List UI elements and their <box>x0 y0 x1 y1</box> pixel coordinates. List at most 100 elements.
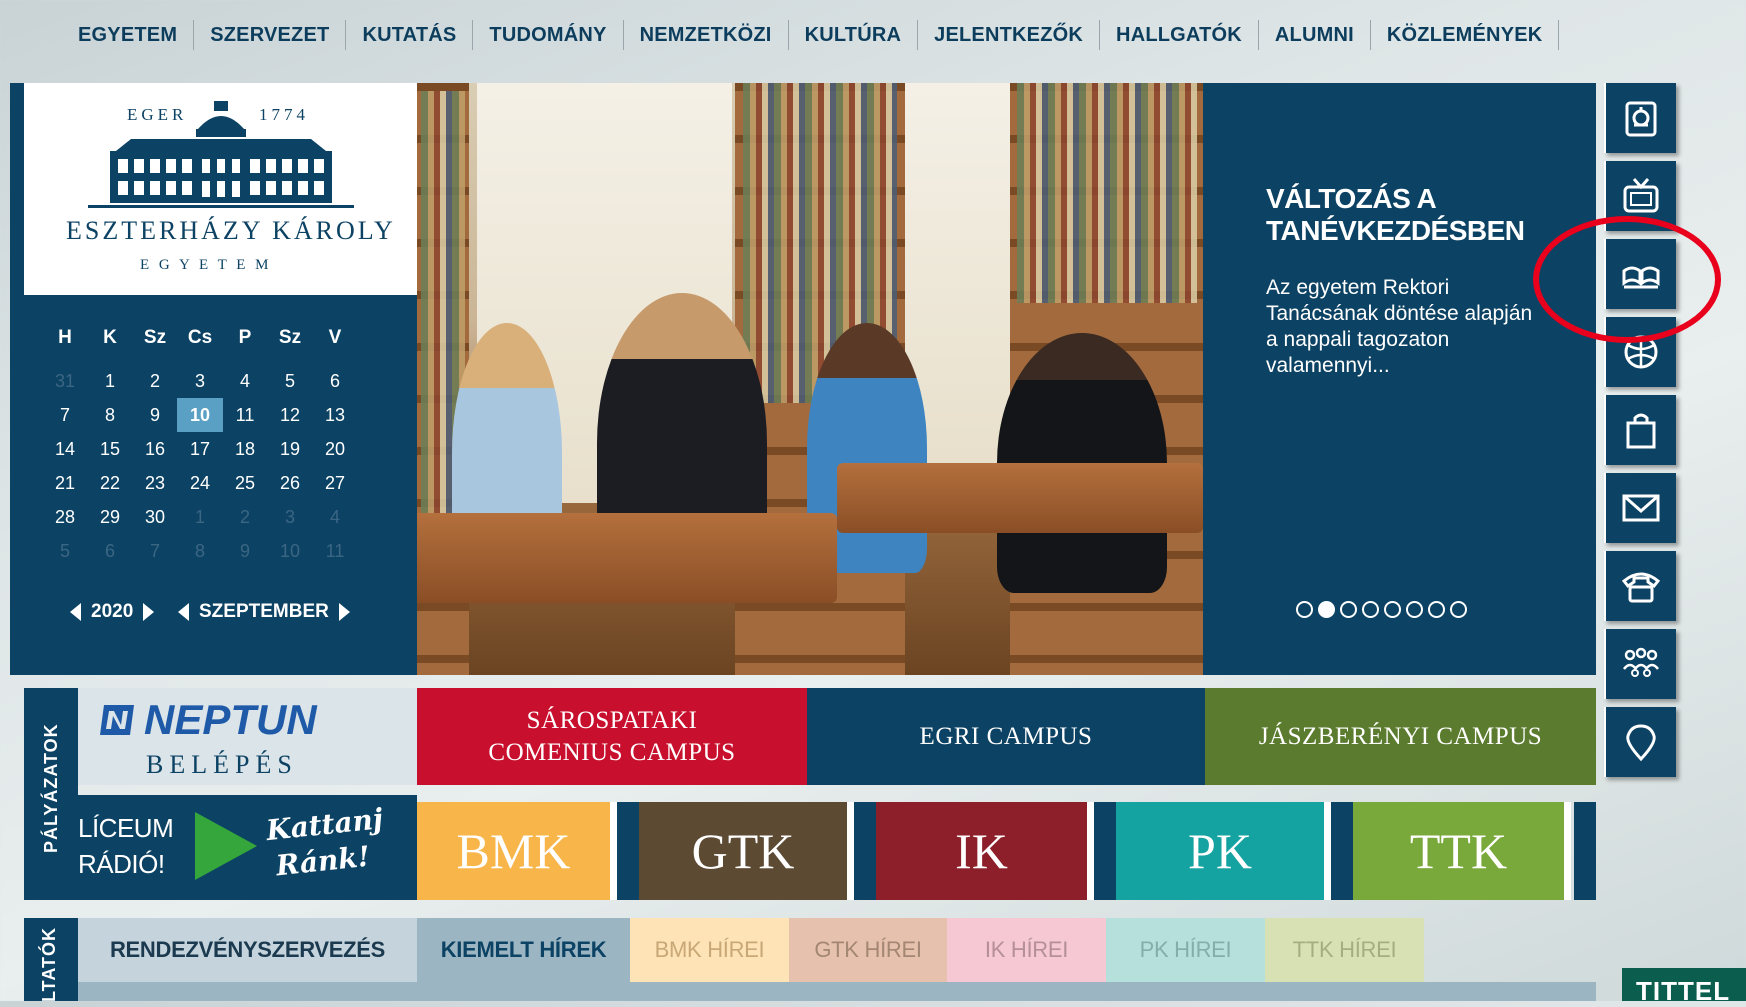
tab-kiemelt-hirek[interactable]: KIEMELT HÍREK <box>417 918 630 982</box>
featured-news-title[interactable]: VÁLTOZÁS A TANÉVKEZDÉSBEN <box>1266 183 1576 247</box>
slider-dot[interactable] <box>1318 601 1335 618</box>
calendar-day[interactable]: 18 <box>222 432 268 466</box>
tab-gtk-hirei[interactable]: GTK HÍREI <box>789 918 947 982</box>
calendar-day[interactable]: 13 <box>312 398 358 432</box>
faculty-pk[interactable]: PK <box>1116 802 1331 900</box>
calendar-day[interactable]: 17 <box>177 432 223 466</box>
calendar-day[interactable]: 21 <box>42 466 88 500</box>
calendar-day[interactable]: 14 <box>42 432 88 466</box>
nav-item-kozlemenyek[interactable]: KÖZLEMÉNYEK <box>1371 20 1560 50</box>
nav-item-nemzetkozi[interactable]: NEMZETKÖZI <box>624 20 789 50</box>
campus-jaszbereny[interactable]: JÁSZBERÉNYI CAMPUS <box>1205 688 1596 785</box>
calendar-day[interactable]: 1 <box>177 500 223 534</box>
slider-dot[interactable] <box>1428 601 1445 618</box>
featured-news-panel[interactable]: VÁLTOZÁS A TANÉVKEZDÉSBEN Az egyetem Rek… <box>1203 83 1596 675</box>
map-button[interactable] <box>1604 707 1676 777</box>
nav-item-kutatas[interactable]: KUTATÁS <box>346 20 474 50</box>
calendar-day-name: Sz <box>278 327 302 348</box>
logo-sub: E G Y E T E M <box>140 257 272 273</box>
faculty-ttk[interactable]: TTK <box>1353 802 1571 900</box>
calendar-day[interactable]: 31 <box>42 364 88 398</box>
calendar-day[interactable]: 10 <box>267 534 313 568</box>
calendar-day[interactable]: 26 <box>267 466 313 500</box>
next-year-icon[interactable] <box>143 603 155 621</box>
hero-photo[interactable] <box>417 83 1203 675</box>
calendar-day[interactable]: 4 <box>222 364 268 398</box>
calendar-day[interactable]: 2 <box>222 500 268 534</box>
tab-ttk-hirei[interactable]: TTK HÍREI <box>1265 918 1424 982</box>
calendar-day[interactable]: 24 <box>177 466 223 500</box>
tab-bmk-hirei[interactable]: BMK HÍREI <box>630 918 789 982</box>
tab-label: PK HÍREI <box>1139 937 1232 962</box>
calendar-day[interactable]: 29 <box>87 500 133 534</box>
calendar-day[interactable]: 6 <box>312 364 358 398</box>
phone-button[interactable] <box>1604 551 1676 621</box>
calendar-day[interactable]: 11 <box>222 398 268 432</box>
calendar-day[interactable]: 8 <box>177 534 223 568</box>
tab-pk-hirei[interactable]: PK HÍREI <box>1106 918 1265 982</box>
tab-ik-hirei[interactable]: IK HÍREI <box>947 918 1106 982</box>
nav-item-kultura[interactable]: KULTÚRA <box>789 20 919 50</box>
newspaper-button[interactable] <box>1604 83 1676 153</box>
calendar-day[interactable]: 10 <box>177 398 223 432</box>
neptun-login[interactable]: NEPTUN BELÉPÉS <box>78 688 417 785</box>
calendar-day[interactable]: 1 <box>87 364 133 398</box>
calendar-day[interactable]: 16 <box>132 432 178 466</box>
calendar-day[interactable]: 7 <box>42 398 88 432</box>
slider-dot[interactable] <box>1296 601 1313 618</box>
calendar-day[interactable]: 5 <box>42 534 88 568</box>
slider-dot[interactable] <box>1340 601 1357 618</box>
calendar-day[interactable]: 3 <box>267 500 313 534</box>
calendar-day[interactable]: 9 <box>132 398 178 432</box>
calendar-day[interactable]: 9 <box>222 534 268 568</box>
tittel-badge[interactable]: TITTEL <box>1622 968 1746 1006</box>
calendar-day[interactable]: 27 <box>312 466 358 500</box>
calendar-day[interactable]: 15 <box>87 432 133 466</box>
slider-dot[interactable] <box>1450 601 1467 618</box>
nav-item-szervezet[interactable]: SZERVEZET <box>194 20 347 50</box>
nav-item-alumni[interactable]: ALUMNI <box>1259 20 1371 50</box>
prev-month-icon[interactable] <box>178 603 189 621</box>
calendar-day[interactable]: 8 <box>87 398 133 432</box>
calendar-day[interactable]: 22 <box>87 466 133 500</box>
shop-button[interactable] <box>1604 395 1676 465</box>
calendar-day[interactable]: 11 <box>312 534 358 568</box>
community-button[interactable] <box>1604 629 1676 699</box>
university-logo[interactable]: EGER 1774 ESZTERHÁZY KÁROLY E G Y E T E … <box>24 83 417 295</box>
nav-item-hallgatok[interactable]: HALLGATÓK <box>1100 20 1259 50</box>
calendar-day[interactable]: 12 <box>267 398 313 432</box>
calendar-day[interactable]: 19 <box>267 432 313 466</box>
calendar-day[interactable]: 25 <box>222 466 268 500</box>
tab-rendezvenyszervezes[interactable]: RENDEZVÉNYSZERVEZÉS <box>78 918 417 982</box>
campus-eger[interactable]: EGRI CAMPUS <box>807 688 1205 785</box>
faculty-separator <box>854 802 876 900</box>
calendar-day[interactable]: 23 <box>132 466 178 500</box>
nav-item-tudomany[interactable]: TUDOMÁNY <box>473 20 624 50</box>
slider-dot[interactable] <box>1384 601 1401 618</box>
calendar-day[interactable]: 6 <box>87 534 133 568</box>
prev-year-icon[interactable] <box>70 603 81 621</box>
calendar-day[interactable]: 4 <box>312 500 358 534</box>
calendar-day[interactable]: 7 <box>132 534 178 568</box>
faculty-gtk[interactable]: GTK <box>639 802 854 900</box>
faculty-pk-label: PK <box>1188 823 1252 879</box>
campus-sarospatak[interactable]: SÁROSPATAKI COMENIUS CAMPUS <box>417 688 807 785</box>
next-month-icon[interactable] <box>338 603 350 621</box>
calendar-day[interactable]: 20 <box>312 432 358 466</box>
faculty-ik[interactable]: IK <box>876 802 1094 900</box>
faculty-bmk[interactable]: BMK <box>417 802 617 900</box>
tab-underline-bar <box>78 982 1596 1001</box>
liceum-radio-banner[interactable]: LÍCEUM RÁDIÓ! Kattanj Ránk! <box>78 795 417 900</box>
slider-dot[interactable] <box>1406 601 1423 618</box>
mail-button[interactable] <box>1604 473 1676 543</box>
nav-item-egyetem[interactable]: EGYETEM <box>66 20 195 50</box>
calendar-day[interactable]: 5 <box>267 364 313 398</box>
calendar-day[interactable]: 3 <box>177 364 223 398</box>
calendar-day[interactable]: 30 <box>132 500 178 534</box>
side-tab-bottom[interactable]: LTATÓK <box>24 918 78 1002</box>
nav-item-jelentkezok[interactable]: JELENTKEZŐK <box>918 20 1101 50</box>
calendar-day[interactable]: 28 <box>42 500 88 534</box>
side-tab-palyazatok[interactable]: PÁLYÁZATOK <box>24 688 78 900</box>
calendar-day[interactable]: 2 <box>132 364 178 398</box>
slider-dot[interactable] <box>1362 601 1379 618</box>
